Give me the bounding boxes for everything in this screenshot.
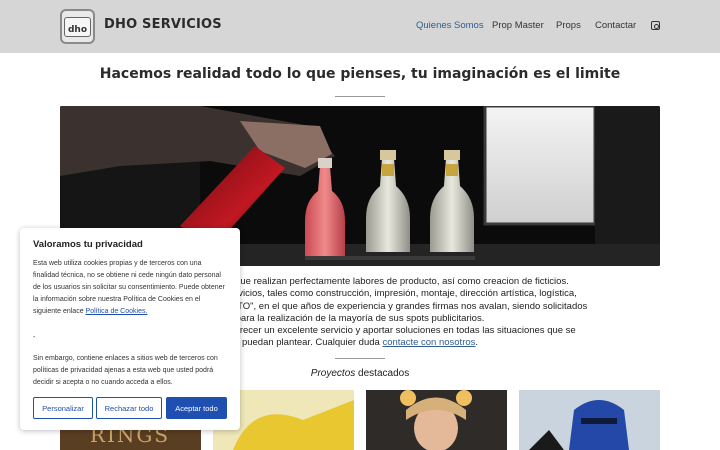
cookie-text-2: Sin embargo, contiene enlaces a sitios w… — [33, 353, 233, 389]
instagram-icon[interactable] — [651, 21, 660, 30]
site-header: dho DHO SERVICIOS Quienes Somos Prop Mas… — [0, 0, 720, 53]
cookie-line: de los usuarios sin solicitar su consent… — [33, 284, 225, 291]
brand-logo[interactable]: dho — [60, 9, 95, 44]
project-card-3[interactable] — [366, 390, 507, 450]
nav-prop-master[interactable]: Prop Master — [492, 20, 544, 31]
cookie-separator: - — [33, 334, 36, 341]
cookie-line: políticas de privacidad ajenas a esta we… — [33, 367, 214, 374]
customize-cookies-button[interactable]: Personalizar — [33, 397, 93, 419]
cookie-line: Sin embargo, contiene enlaces a sitios w… — [33, 355, 218, 362]
page-headline: Hacemos realidad todo lo que pienses, tu… — [99, 66, 621, 82]
about-line-6-text: puedan plantear. Cualquier duda — [241, 337, 383, 349]
headline-divider — [335, 96, 385, 97]
reject-all-button[interactable]: Rechazar todo — [96, 397, 162, 419]
nav-contactar[interactable]: Contactar — [595, 20, 636, 31]
cookie-line: finalidad técnica, no se obtiene ni cede… — [33, 272, 221, 279]
projects-heading-italic: Proyectos — [310, 368, 356, 379]
accept-all-button[interactable]: Aceptar todo — [166, 397, 227, 419]
cookie-title: Valoramos tu privacidad — [33, 239, 143, 250]
projects-heading-rest: destacados — [355, 368, 410, 379]
cookie-line: decidir si acepta o no cuando acceda a e… — [33, 379, 173, 386]
project-thumb-portrait — [366, 390, 507, 450]
cookie-text-1: Esta web utiliza cookies propias y de te… — [33, 258, 233, 318]
brand-name[interactable]: DHO SERVICIOS — [104, 17, 222, 32]
nav-quienes-somos[interactable]: Quienes Somos — [416, 20, 484, 31]
nav-props[interactable]: Props — [556, 20, 581, 31]
cookie-policy-link[interactable]: Política de Cookies. — [86, 308, 148, 315]
project-thumb-knight — [519, 390, 660, 450]
cookie-line: la información sobre nuestra Política de… — [33, 296, 201, 303]
cookie-line: siguiente enlace Política de Cookies. — [33, 306, 233, 318]
logo-mark: dho — [64, 16, 91, 37]
about-line-6-end: . — [475, 337, 479, 349]
contact-link[interactable]: contacte con nosotros — [382, 337, 475, 348]
project-card-4[interactable] — [519, 390, 660, 450]
cookie-line-prefix: siguiente enlace — [33, 308, 86, 315]
about-divider — [335, 358, 385, 359]
cookie-line: Esta web utiliza cookies propias y de te… — [33, 260, 202, 267]
